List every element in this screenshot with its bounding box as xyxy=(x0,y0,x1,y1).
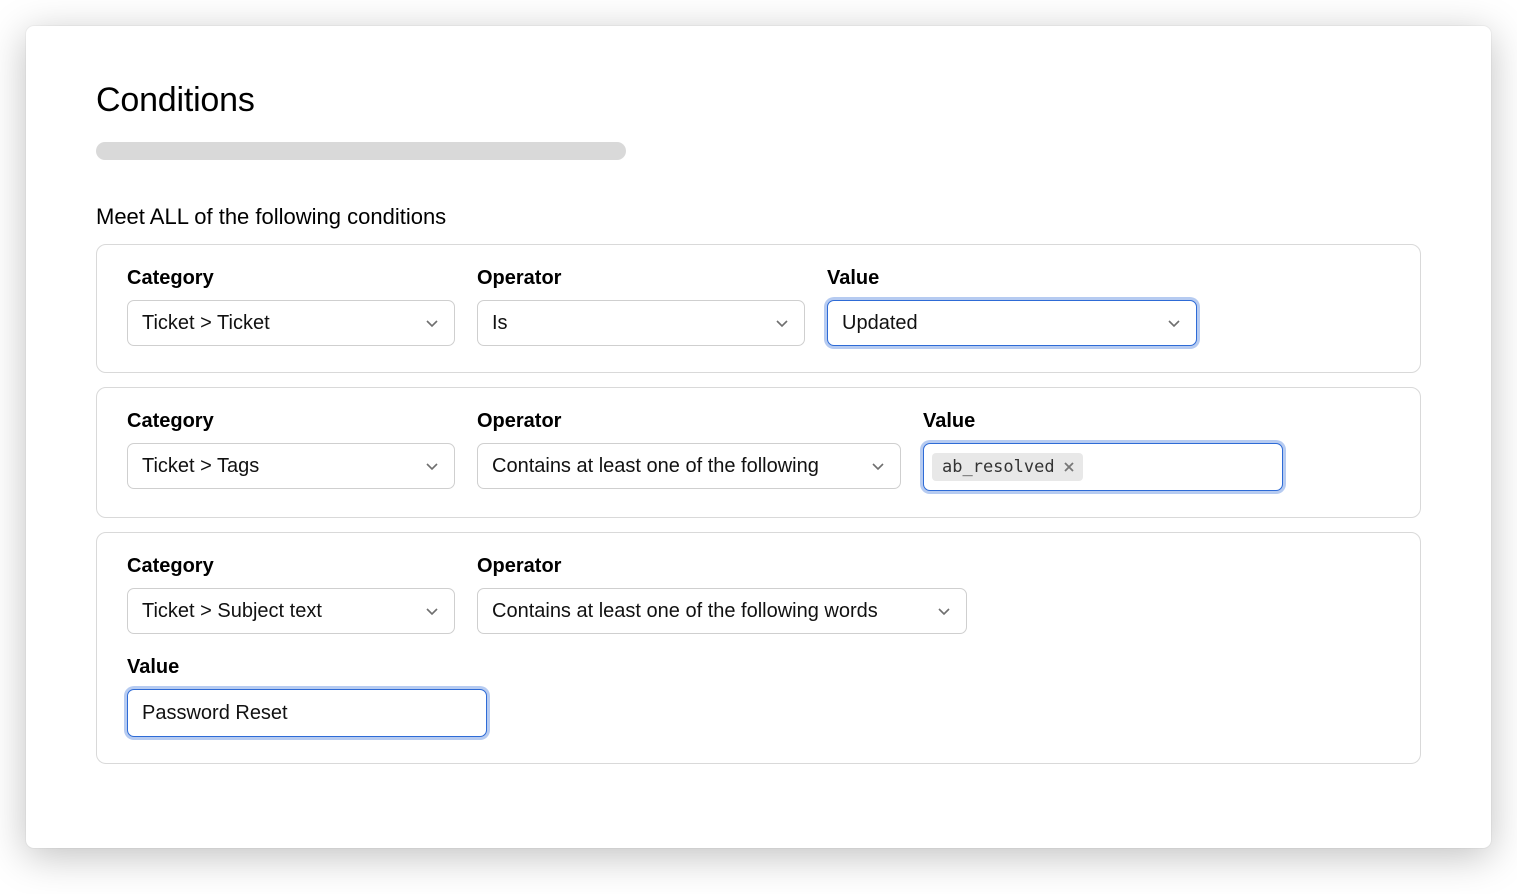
tag-pill: ab_resolved xyxy=(932,453,1083,481)
field-value: Value Updated xyxy=(827,267,1197,346)
category-select-value: Ticket > Tags xyxy=(142,455,259,478)
label-operator: Operator xyxy=(477,555,967,578)
chevron-down-icon xyxy=(774,315,790,331)
label-value: Value xyxy=(923,410,1283,433)
operator-select[interactable]: Contains at least one of the following w… xyxy=(477,588,967,634)
field-operator: Operator Is xyxy=(477,267,805,346)
field-category: Category Ticket > Subject text xyxy=(127,555,455,634)
label-value: Value xyxy=(827,267,1197,290)
category-select[interactable]: Ticket > Ticket xyxy=(127,300,455,346)
label-category: Category xyxy=(127,267,455,290)
chevron-down-icon xyxy=(424,458,440,474)
page-root: Conditions Meet ALL of the following con… xyxy=(0,0,1517,894)
field-value: Value ab_resolved xyxy=(923,410,1283,491)
category-select[interactable]: Ticket > Tags xyxy=(127,443,455,489)
page-title: Conditions xyxy=(96,81,1421,120)
condition-row: Category Ticket > Subject text Operator … xyxy=(96,532,1421,764)
conditions-panel: Conditions Meet ALL of the following con… xyxy=(26,26,1491,848)
condition-row: Category Ticket > Ticket Operator Is xyxy=(96,244,1421,373)
section-label: Meet ALL of the following conditions xyxy=(96,204,1421,230)
field-operator: Operator Contains at least one of the fo… xyxy=(477,410,901,489)
label-operator: Operator xyxy=(477,410,901,433)
field-category: Category Ticket > Tags xyxy=(127,410,455,489)
value-select[interactable]: Updated xyxy=(827,300,1197,346)
category-select-value: Ticket > Subject text xyxy=(142,600,322,623)
condition-row: Category Ticket > Tags Operator Contains… xyxy=(96,387,1421,518)
chevron-down-icon xyxy=(870,458,886,474)
category-select-value: Ticket > Ticket xyxy=(142,312,270,335)
tag-text: ab_resolved xyxy=(942,457,1055,477)
chevron-down-icon xyxy=(424,315,440,331)
operator-select[interactable]: Contains at least one of the following xyxy=(477,443,901,489)
value-text-input[interactable]: Password Reset xyxy=(127,689,487,737)
category-select[interactable]: Ticket > Subject text xyxy=(127,588,455,634)
label-operator: Operator xyxy=(477,267,805,290)
chevron-down-icon xyxy=(936,603,952,619)
value-tag-input[interactable]: ab_resolved xyxy=(923,443,1283,491)
operator-select-value: Contains at least one of the following xyxy=(492,455,819,478)
remove-tag-button[interactable] xyxy=(1063,461,1075,473)
operator-select-value: Is xyxy=(492,312,508,335)
label-category: Category xyxy=(127,410,455,433)
field-operator: Operator Contains at least one of the fo… xyxy=(477,555,967,634)
value-select-value: Updated xyxy=(842,312,918,335)
value-text: Password Reset xyxy=(142,702,288,725)
chevron-down-icon xyxy=(1166,315,1182,331)
description-placeholder xyxy=(96,142,626,160)
field-value: Value Password Reset xyxy=(127,656,1390,737)
label-category: Category xyxy=(127,555,455,578)
operator-select-value: Contains at least one of the following w… xyxy=(492,600,878,623)
label-value: Value xyxy=(127,656,1390,679)
chevron-down-icon xyxy=(424,603,440,619)
field-category: Category Ticket > Ticket xyxy=(127,267,455,346)
operator-select[interactable]: Is xyxy=(477,300,805,346)
